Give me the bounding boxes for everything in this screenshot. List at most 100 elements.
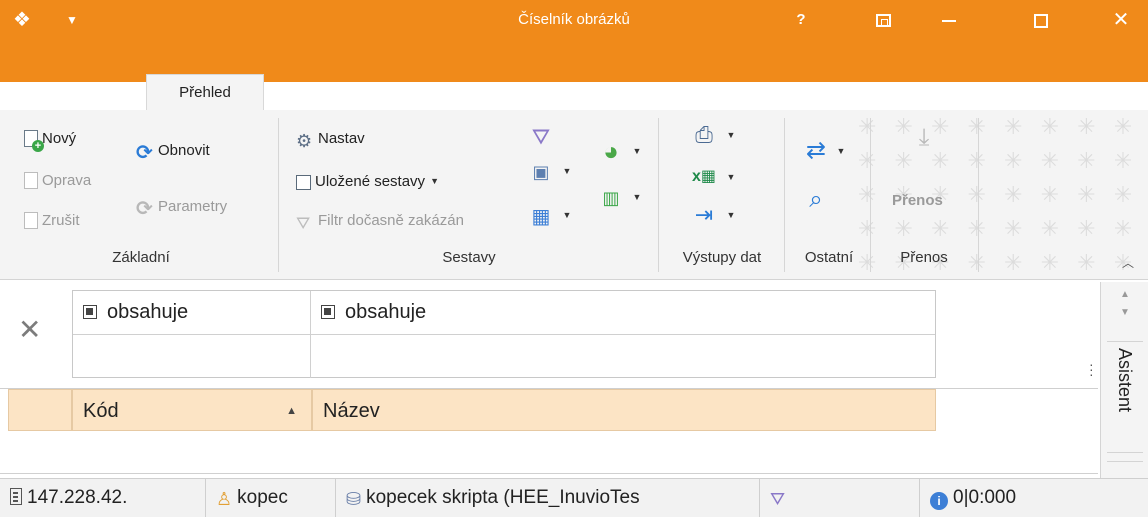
filter-value-row [73,334,935,378]
funnel-icon: ⛛ [770,489,786,509]
cancel-label: Zrušit [42,212,80,229]
side-panel-scroll[interactable]: ▲ ▼ [1107,282,1143,342]
tab-system[interactable]: Systém [364,78,430,110]
clear-filter-icon[interactable]: ✕ [18,316,41,344]
chevron-down-icon[interactable]: ▼ [560,210,574,220]
database-name: kopecek skripta (HEE_InuvioTes [366,487,640,508]
filter-operator-label: obsahuje [345,301,427,323]
funnel-disabled-icon: ⛛ [296,214,311,233]
tab-akce[interactable]: Akce [276,78,325,110]
app-logo-icon[interactable]: ❖ [10,8,34,32]
new-document-icon [24,130,44,152]
sort-ascending-icon: ▲ [286,405,297,417]
column-header-kod[interactable]: Kód ▲ [72,389,312,431]
window-title: Číselník obrázků [518,11,630,28]
status-filter[interactable]: ⛛ [760,479,920,517]
ribbon-separator [870,118,871,272]
export-icon[interactable]: ⇥ [690,202,718,228]
minimize-button[interactable] [926,0,972,40]
refresh-icon: ⟳ [136,142,153,164]
record-count: 0|0:000 [953,487,1017,508]
minimize-icon [942,19,956,22]
splitter-grip-icon[interactable]: · · · [1089,357,1094,381]
user-icon: ♙ [216,489,233,509]
chevron-down-icon[interactable]: ▼ [724,210,738,220]
group-label-sestavy: Sestavy [442,249,496,266]
hotline-asistent-button[interactable]: ✚ HOTLINE ASISTENT [975,76,1140,104]
filter-operator-kod[interactable]: obsahuje [73,291,311,334]
parameters-button[interactable]: ⟳ Parametry [136,194,227,220]
search-icon[interactable]: ⌕ [800,186,832,214]
status-server[interactable]: 147.228.42. [0,479,206,517]
excel-icon[interactable]: x▦ [690,166,718,186]
database-icon: ⛁ [346,489,362,509]
user-name: kopec [237,487,288,508]
status-user[interactable]: ♙ kopec [206,479,336,517]
group-label-zakladni: Základní [112,249,170,266]
chevron-down-icon[interactable]: ▼ [630,192,644,202]
cancel-button[interactable]: Zrušit [24,208,80,234]
server-address: 147.228.42. [27,487,128,508]
ribbon-separator [278,118,279,272]
ribbon: ✳ ✳ ✳ ✳ ✳ ✳ ✳ ✳ ✳ ✳ ✳ ✳ ✳ ✳ ✳ ✳ ✳ ✳ ✳ ✳ … [0,110,1148,280]
table-icon[interactable]: ▦ [528,204,554,229]
group-label-ostatni: Ostatní [804,249,854,266]
group-label-vystupy: Výstupy dat [682,249,762,266]
cancel-document-icon [24,212,38,229]
tab-helios[interactable]: HELIOS [30,78,101,110]
ribbon-options-icon [875,14,891,28]
status-bar: 147.228.42. ♙ kopec ⛁ kopecek skripta (HEE… [0,478,1148,517]
parameters-label: Parametry [158,198,228,215]
report-list-icon [296,175,311,190]
report-view-icon[interactable]: ▣ [528,162,554,183]
refresh-label: Obnovit [158,142,210,159]
edit-button[interactable]: Oprava [24,168,91,194]
row-indicator-header[interactable] [8,389,72,431]
swap-arrows-icon[interactable]: ⇄ [800,136,832,165]
filter-input-nazev[interactable] [311,335,935,378]
data-grid: Kód ▲ Název [0,388,1098,476]
saved-reports-button[interactable]: Uložené sestavy ▼ [296,168,439,194]
chevron-down-icon[interactable]: ▼ [560,166,574,176]
status-count: i 0|0:000 [920,479,1080,517]
print-icon[interactable]: ⎙ [690,122,718,148]
quick-access-dropdown-icon[interactable]: ▼ [62,10,82,30]
maximize-button[interactable] [1018,0,1064,40]
column-header-nazev[interactable]: Název [312,389,936,431]
new-label: Nový [42,130,77,147]
filter-operator-label: obsahuje [107,301,189,323]
help-button[interactable]: ? [778,0,824,40]
operator-icon [83,305,97,319]
chevron-down-icon: ▼ [430,176,439,186]
refresh-button[interactable]: ⟳ Obnovit [136,138,210,164]
column-header-label: Kód [83,400,119,422]
pie-chart-icon[interactable]: ◕ [594,136,628,167]
collapse-ribbon-icon[interactable]: ︿ [1122,254,1134,271]
setup-label: Nastav [318,130,365,147]
maximize-icon [1034,13,1048,28]
ribbon-display-options-button[interactable] [860,0,906,40]
edit-label: Oprava [42,172,92,189]
setup-button[interactable]: ⚙ Nastav [296,126,365,152]
group-label-prenos: Přenos [900,249,948,266]
download-icon[interactable]: ⤓ [904,124,944,152]
filter-input-kod[interactable] [73,335,311,378]
transfer-button[interactable]: Přenos [892,188,943,214]
filter-disabled-button[interactable]: ⛛ Filtr dočasně zakázán [296,208,464,234]
close-button[interactable]: ✕ [1098,0,1144,40]
chevron-down-icon[interactable]: ▼ [630,146,644,156]
new-button[interactable]: Nový [24,126,76,152]
lifebuoy-icon: ✚ [975,86,993,103]
status-database[interactable]: ⛁ kopecek skripta (HEE_InuvioTes [336,479,760,517]
parameters-icon: ⟳ [136,198,153,220]
chevron-down-icon[interactable]: ▼ [834,146,848,156]
side-panel-divider [1107,452,1143,462]
filter-icon[interactable]: ⛛ [528,124,554,150]
filter-disabled-label: Filtr dočasně zakázán [318,212,464,229]
chevron-down-icon[interactable]: ▼ [724,172,738,182]
bar-chart-icon[interactable]: ▥ [594,188,628,209]
chevron-down-icon[interactable]: ▼ [724,130,738,140]
asistent-tab[interactable]: Asistent [1111,348,1139,438]
tab-prehled[interactable]: Přehled [146,74,264,110]
filter-operator-nazev[interactable]: obsahuje [311,291,935,334]
